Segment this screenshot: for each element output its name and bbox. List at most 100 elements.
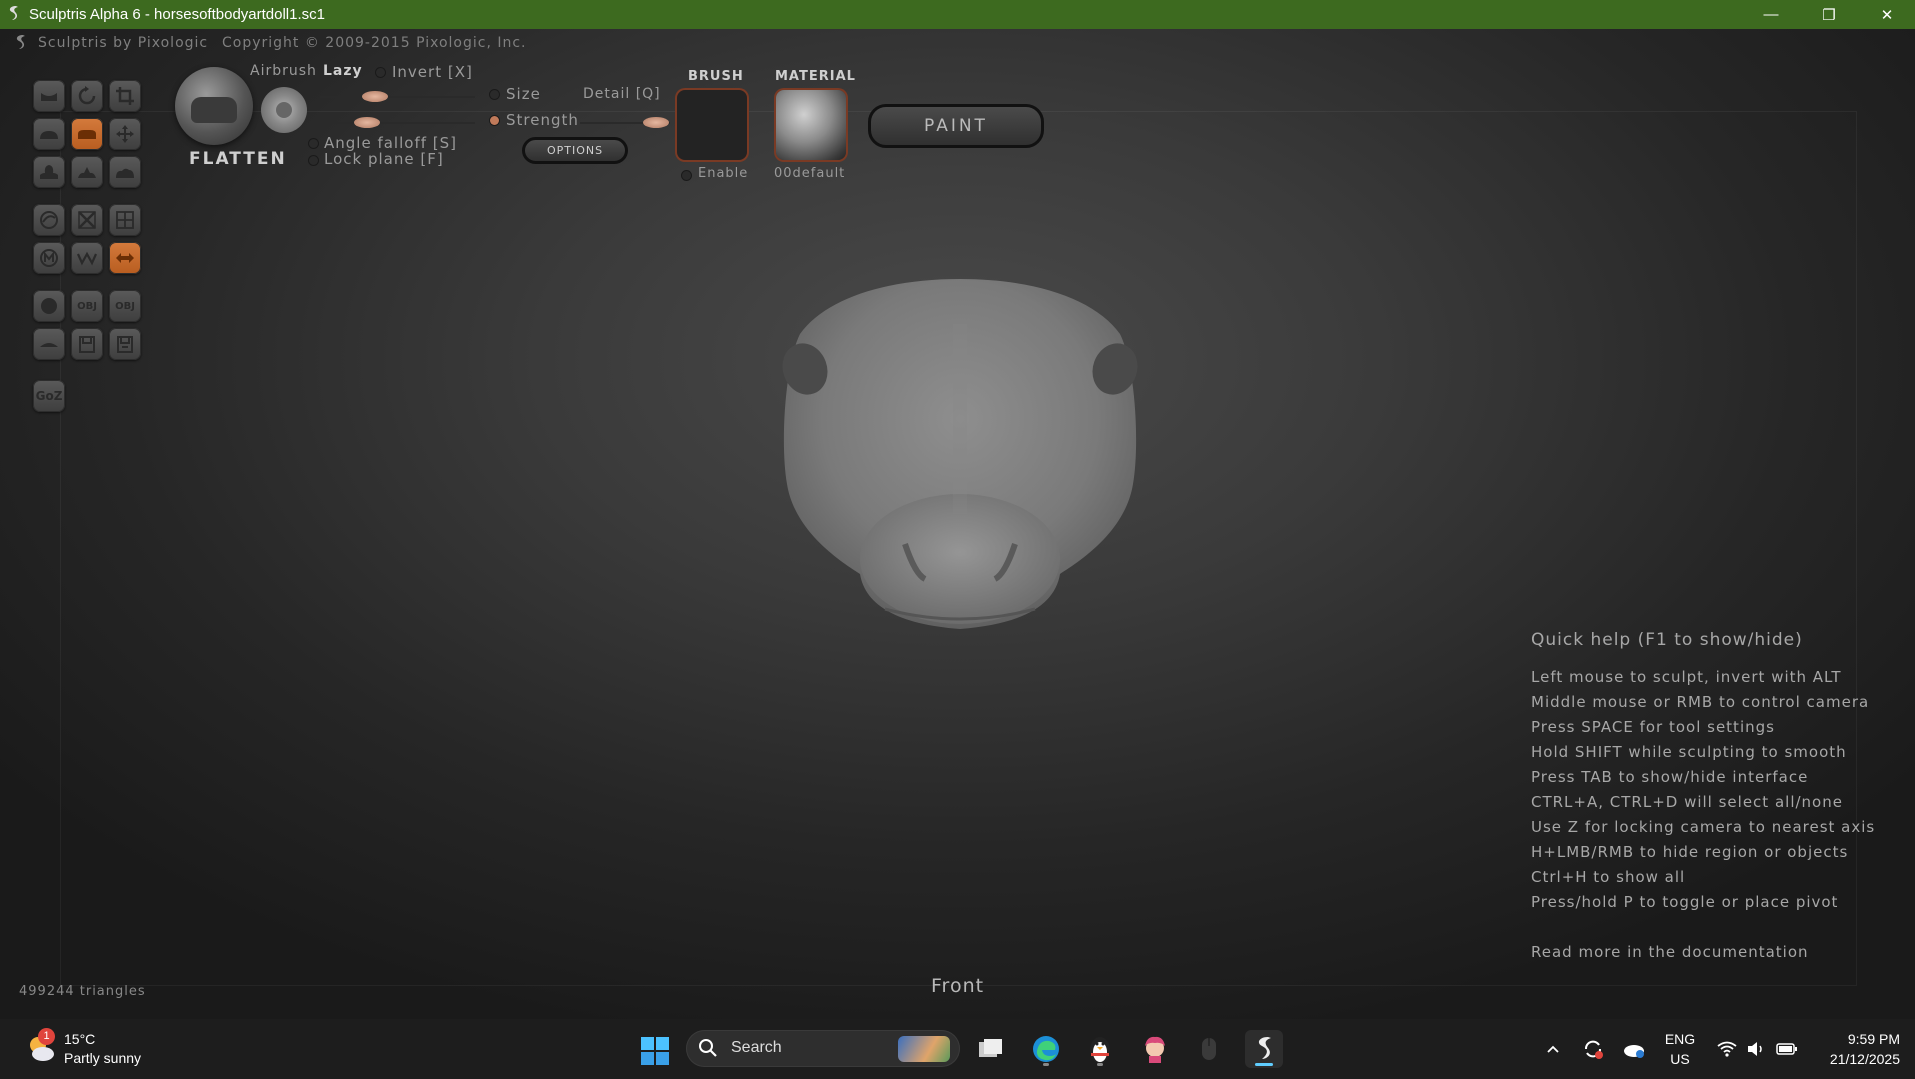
quick-help-line: Press/hold P to toggle or place pivot bbox=[1531, 893, 1839, 911]
m-circle-icon bbox=[40, 249, 58, 267]
lock-plane-label: Lock plane [F] bbox=[324, 150, 444, 168]
material-swatch[interactable] bbox=[776, 90, 846, 160]
new-sphere-button[interactable] bbox=[33, 290, 65, 322]
detail-slider-track[interactable] bbox=[320, 122, 475, 124]
region-code: US bbox=[1670, 1051, 1690, 1067]
crease-tool-button[interactable] bbox=[33, 80, 65, 112]
inflate-icon bbox=[40, 165, 58, 179]
camera-view-label: Front bbox=[931, 975, 985, 997]
size-slider-knob[interactable] bbox=[362, 91, 388, 102]
sync-icon bbox=[1585, 1040, 1603, 1059]
strength-label: Strength bbox=[506, 111, 579, 129]
taskbar-character-app[interactable] bbox=[1136, 1030, 1174, 1068]
restore-icon: ❐ bbox=[1822, 6, 1836, 24]
volume-button[interactable] bbox=[1741, 1019, 1771, 1079]
rotate-tool-button[interactable] bbox=[71, 80, 103, 112]
edge-icon bbox=[1033, 1036, 1059, 1062]
close-button[interactable]: ✕ bbox=[1858, 0, 1915, 29]
mouse-icon bbox=[1202, 1038, 1216, 1060]
quick-help-line: Middle mouse or RMB to control camera bbox=[1531, 693, 1870, 711]
weather-description[interactable]: Partly sunny bbox=[64, 1050, 141, 1066]
taskbar-search[interactable]: Search bbox=[686, 1030, 960, 1067]
size-radio[interactable] bbox=[490, 90, 499, 99]
open-save-icon bbox=[79, 336, 95, 353]
system-clock[interactable]: 9:59 PM 21/12/2025 bbox=[1800, 1029, 1900, 1069]
window-titlebar: Sculptris Alpha 6 - horsesoftbodyartdoll… bbox=[0, 0, 1915, 29]
quick-help-line: Press TAB to show/hide interface bbox=[1531, 768, 1809, 786]
reduce-brush-button[interactable] bbox=[71, 242, 103, 274]
export-obj-button[interactable]: OBJ bbox=[109, 290, 141, 322]
strength-radio[interactable] bbox=[490, 116, 499, 125]
search-placeholder: Search bbox=[731, 1039, 782, 1056]
penguin-icon bbox=[1090, 1037, 1110, 1063]
material-mode-button[interactable] bbox=[33, 242, 65, 274]
battery-button[interactable] bbox=[1772, 1019, 1802, 1079]
smooth-tool-button[interactable] bbox=[109, 156, 141, 188]
draw-tool-button[interactable] bbox=[33, 118, 65, 150]
chevron-up-icon bbox=[1547, 1045, 1559, 1053]
wifi-icon bbox=[1717, 1041, 1737, 1057]
brush-enable-radio[interactable] bbox=[682, 171, 691, 180]
wifi-button[interactable] bbox=[1712, 1019, 1742, 1079]
minimize-icon: — bbox=[1763, 6, 1779, 23]
plane-icon bbox=[40, 343, 58, 347]
taskbar-mouse-app[interactable] bbox=[1190, 1030, 1228, 1068]
save-file-button[interactable] bbox=[109, 328, 141, 360]
restore-button[interactable]: ❐ bbox=[1800, 0, 1858, 29]
scale-tool-button[interactable] bbox=[109, 80, 141, 112]
taskbar-penguin-app[interactable] bbox=[1081, 1030, 1119, 1068]
symmetry-icon bbox=[40, 211, 58, 229]
symmetry-button[interactable] bbox=[33, 204, 65, 236]
onedrive-button[interactable] bbox=[1619, 1019, 1649, 1079]
quick-help-line: CTRL+A, CTRL+D will select all/none bbox=[1531, 793, 1843, 811]
angle-falloff-radio[interactable] bbox=[309, 139, 318, 148]
app-header: Sculptris by Pixologic Copyright © 2009-… bbox=[0, 29, 1915, 57]
taskbar-sculptris[interactable] bbox=[1245, 1030, 1283, 1068]
minimize-button[interactable]: — bbox=[1742, 0, 1800, 29]
mask-tool-button[interactable] bbox=[71, 204, 103, 236]
goz-button[interactable]: GoZ bbox=[33, 380, 65, 412]
quick-help-line: Left mouse to sculpt, invert with ALT bbox=[1531, 668, 1842, 686]
windows-start-icon[interactable] bbox=[640, 1036, 670, 1066]
documentation-link[interactable]: Read more in the documentation bbox=[1531, 943, 1875, 968]
new-plane-button[interactable] bbox=[33, 328, 65, 360]
flatten-tool-button[interactable] bbox=[71, 118, 103, 150]
brush-preview[interactable] bbox=[175, 67, 253, 145]
pinch-tool-button[interactable] bbox=[71, 156, 103, 188]
size-slider-track[interactable] bbox=[320, 96, 475, 98]
lazy-toggle[interactable]: Lazy bbox=[323, 63, 363, 79]
import-obj-button[interactable]: OBJ bbox=[71, 290, 103, 322]
quick-help-line: Ctrl+H to show all bbox=[1531, 868, 1686, 886]
brush-enable-label: Enable bbox=[698, 166, 749, 181]
inflate-tool-button[interactable] bbox=[33, 156, 65, 188]
open-file-button[interactable] bbox=[71, 328, 103, 360]
clock-date: 21/12/2025 bbox=[1829, 1051, 1900, 1067]
lock-plane-radio[interactable] bbox=[309, 156, 318, 165]
mirror-symmetry-button[interactable] bbox=[109, 242, 141, 274]
rotate-icon bbox=[78, 86, 96, 105]
grab-tool-button[interactable] bbox=[109, 118, 141, 150]
task-view-icon bbox=[979, 1039, 1002, 1057]
sculptris-icon bbox=[1258, 1037, 1271, 1059]
sculpt-model-horse-head[interactable] bbox=[765, 244, 1155, 664]
quick-help-line: Press SPACE for tool settings bbox=[1531, 718, 1775, 736]
airbrush-toggle[interactable]: Airbrush bbox=[250, 63, 317, 79]
brush-falloff-preview[interactable] bbox=[261, 87, 307, 133]
show-hidden-icons-button[interactable] bbox=[1540, 1019, 1566, 1079]
goz-label: GoZ bbox=[35, 389, 63, 403]
task-view-button[interactable] bbox=[972, 1030, 1010, 1068]
strength-slider-knob[interactable] bbox=[643, 117, 669, 128]
paint-button[interactable]: PAINT bbox=[868, 104, 1044, 148]
invert-radio[interactable] bbox=[376, 68, 385, 77]
quick-help-title: Quick help (F1 to show/hide) bbox=[1531, 630, 1803, 650]
weather-temperature[interactable]: 15°C bbox=[64, 1031, 95, 1047]
taskbar-edge[interactable] bbox=[1027, 1030, 1065, 1068]
sculptris-workspace[interactable]: Sculptris by Pixologic Copyright © 2009-… bbox=[0, 29, 1915, 1019]
wireframe-button[interactable] bbox=[109, 204, 141, 236]
language-indicator[interactable]: ENG US bbox=[1660, 1029, 1700, 1069]
character-icon bbox=[1145, 1036, 1165, 1063]
brush-texture-swatch[interactable] bbox=[677, 90, 747, 160]
options-button[interactable]: OPTIONS bbox=[522, 137, 628, 164]
detail-slider-knob[interactable] bbox=[354, 117, 380, 128]
sync-status-button[interactable] bbox=[1578, 1019, 1608, 1079]
